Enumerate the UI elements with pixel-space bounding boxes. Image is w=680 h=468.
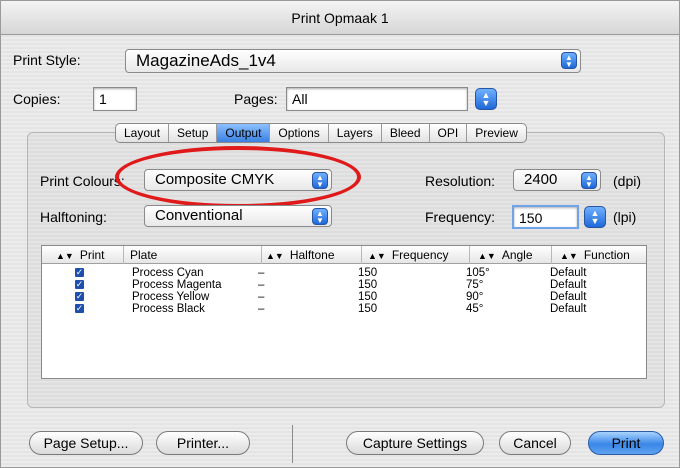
pages-popup-arrows-icon[interactable]: ▲ ▼ xyxy=(475,88,497,110)
page-setup-button[interactable]: Page Setup... xyxy=(29,431,143,455)
printer-button[interactable]: Printer... xyxy=(156,431,250,455)
halftoning-popup[interactable]: Conventional ▲ ▼ xyxy=(144,205,332,227)
tab-opi[interactable]: OPI xyxy=(430,124,468,142)
cancel-button[interactable]: Cancel xyxy=(499,431,571,455)
copies-field[interactable]: 1 xyxy=(93,87,137,111)
tab-layout[interactable]: Layout xyxy=(116,124,170,142)
angle-cell: 75° xyxy=(466,279,484,291)
halftoning-label: Halftoning: xyxy=(40,209,107,225)
frequency-field[interactable]: 150 xyxy=(512,205,579,229)
sort-arrows-icon: ▲▼ xyxy=(56,251,74,261)
popup-arrows-icon: ▲ ▼ xyxy=(561,52,577,69)
print-checkbox[interactable]: ✓ xyxy=(75,268,84,277)
frequency-unit: (lpi) xyxy=(613,209,637,225)
function-cell: Default xyxy=(550,303,587,315)
halftone-cell: – xyxy=(258,279,265,291)
table-row[interactable]: ✓ Process Yellow – 150 90° Default xyxy=(42,291,646,303)
popup-arrows-icon: ▲ ▼ xyxy=(312,208,328,225)
copies-label: Copies: xyxy=(13,91,61,107)
frequency-label: Frequency: xyxy=(425,209,496,225)
pages-value: All xyxy=(292,91,308,107)
print-button[interactable]: Print xyxy=(588,431,664,455)
table-row[interactable]: ✓ Process Cyan – 150 105° Default xyxy=(42,267,646,279)
angle-cell: 45° xyxy=(466,303,484,315)
frequency-cell: 150 xyxy=(358,303,378,315)
column-function[interactable]: ▲▼ Function xyxy=(552,246,646,264)
print-style-label: Print Style: xyxy=(13,52,81,68)
column-frequency[interactable]: ▲▼ Frequency xyxy=(362,246,470,264)
capture-settings-button[interactable]: Capture Settings xyxy=(346,431,484,455)
plate-cell: Process Cyan xyxy=(132,267,204,279)
frequency-value: 150 xyxy=(519,210,543,226)
frequency-popup-arrows-icon[interactable]: ▲ ▼ xyxy=(584,206,606,228)
plate-cell: Process Magenta xyxy=(132,279,222,291)
tab-bleed[interactable]: Bleed xyxy=(382,124,430,142)
print-style-value: MagazineAds_1v4 xyxy=(136,51,276,70)
column-angle[interactable]: ▲▼ Angle xyxy=(470,246,552,264)
tab-bar: Layout Setup Output Options Layers Bleed… xyxy=(115,123,527,143)
halftone-cell: – xyxy=(258,303,265,315)
halftone-cell: – xyxy=(258,291,265,303)
pages-field[interactable]: All xyxy=(286,87,468,111)
plates-table: ▲▼ Print Plate ▲▼ Halftone ▲▼ Frequency ▲▼ A… xyxy=(41,245,647,379)
table-row[interactable]: ✓ Process Black – 150 45° Default xyxy=(42,303,646,315)
tab-layers[interactable]: Layers xyxy=(329,124,382,142)
resolution-popup[interactable]: 2400 ▲ ▼ xyxy=(513,169,601,191)
sort-arrows-icon: ▲▼ xyxy=(560,251,578,261)
window-title: Print Opmaak 1 xyxy=(1,1,679,35)
plate-cell: Process Yellow xyxy=(132,291,210,303)
copies-value: 1 xyxy=(99,91,107,107)
halftoning-value: Conventional xyxy=(155,207,243,224)
resolution-value: 2400 xyxy=(524,171,558,188)
print-checkbox[interactable]: ✓ xyxy=(75,280,84,289)
tab-setup[interactable]: Setup xyxy=(169,124,218,142)
column-print[interactable]: ▲▼ Print xyxy=(42,246,124,264)
print-checkbox[interactable]: ✓ xyxy=(75,304,84,313)
red-highlight-oval xyxy=(115,146,361,208)
table-row[interactable]: ✓ Process Magenta – 150 75° Default xyxy=(42,279,646,291)
print-dialog: Print Opmaak 1 Print Style: MagazineAds_… xyxy=(0,0,680,468)
print-checkbox[interactable]: ✓ xyxy=(75,292,84,301)
print-style-popup[interactable]: MagazineAds_1v4 ▲ ▼ xyxy=(125,49,581,73)
sort-arrows-icon: ▲▼ xyxy=(478,251,496,261)
tab-preview[interactable]: Preview xyxy=(467,124,526,142)
table-header: ▲▼ Print Plate ▲▼ Halftone ▲▼ Frequency ▲▼ A… xyxy=(42,246,646,264)
resolution-label: Resolution: xyxy=(425,173,496,189)
function-cell: Default xyxy=(550,279,587,291)
sort-arrows-icon: ▲▼ xyxy=(266,251,284,261)
column-halftone[interactable]: ▲▼ Halftone xyxy=(262,246,362,264)
column-plate[interactable]: Plate xyxy=(124,246,262,264)
function-cell: Default xyxy=(550,291,587,303)
halftone-cell: – xyxy=(258,267,265,279)
sort-arrows-icon: ▲▼ xyxy=(368,251,386,261)
resolution-unit: (dpi) xyxy=(613,173,642,189)
angle-cell: 90° xyxy=(466,291,484,303)
button-divider xyxy=(292,425,293,463)
tab-output[interactable]: Output xyxy=(217,124,271,142)
angle-cell: 105° xyxy=(466,267,490,279)
frequency-cell: 150 xyxy=(358,279,378,291)
tab-options[interactable]: Options xyxy=(270,124,329,142)
frequency-cell: 150 xyxy=(358,267,378,279)
frequency-cell: 150 xyxy=(358,291,378,303)
pages-label: Pages: xyxy=(234,91,278,107)
function-cell: Default xyxy=(550,267,587,279)
popup-arrows-icon: ▲ ▼ xyxy=(581,172,597,189)
print-colours-label: Print Colours: xyxy=(40,173,125,189)
plate-cell: Process Black xyxy=(132,303,205,315)
